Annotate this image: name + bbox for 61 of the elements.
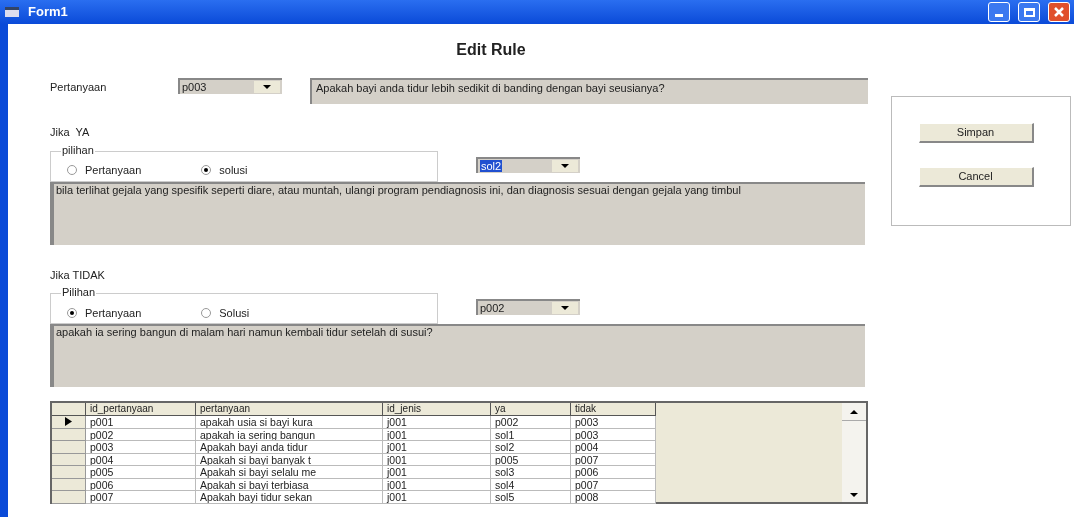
table-cell: Apakah bayi anda tidur <box>196 441 383 454</box>
table-cell: apakah usia si bayi kura <box>196 416 383 429</box>
dropdown-value: sol2 <box>480 159 503 172</box>
minimize-button[interactable] <box>988 2 1010 22</box>
radio-option[interactable]: solusi <box>201 162 248 179</box>
grid-corner-cell <box>52 403 86 416</box>
table-cell: Apakah si bayi selalu me <box>196 466 383 479</box>
close-button[interactable] <box>1048 2 1070 22</box>
radio-button[interactable] <box>67 307 77 318</box>
dropdown[interactable]: p003 <box>178 78 282 94</box>
cancel-button[interactable]: Cancel <box>918 167 1034 187</box>
column-header[interactable]: pertanyaan <box>196 403 383 416</box>
column-header[interactable]: ya <box>491 403 571 416</box>
table-cell: p006 <box>571 466 656 479</box>
table-cell: j001 <box>383 441 491 454</box>
radio-option[interactable]: Pertanyaan <box>67 162 142 179</box>
column-header[interactable]: id_pertanyaan <box>86 403 196 416</box>
table-cell: Apakah bayi tidur sekan <box>196 491 383 504</box>
data-grid[interactable] <box>50 401 868 504</box>
column-header[interactable]: id_jenis <box>383 403 491 416</box>
answer-text-box[interactable]: bila terlihat gejala yang spesifik seperti diare, atau muntah, ulangi program pendiagnosis ini, dan diagnosis sesuai dengan gejala yang timbul <box>50 181 865 245</box>
window-icon <box>4 6 20 18</box>
answer-text-box[interactable]: apakah ia sering bangun di malam hari namun kembali tidur setelah di susui? <box>50 324 865 387</box>
column-header[interactable]: tidak <box>571 403 656 416</box>
maximize-button[interactable] <box>1018 2 1040 22</box>
window-title: Form1 <box>28 3 68 22</box>
field-label: Pertanyaan <box>50 80 108 95</box>
dropdown[interactable]: sol2 <box>476 156 580 173</box>
dropdown-value: p002 <box>480 302 505 314</box>
dropdown[interactable]: p002 <box>476 299 580 315</box>
form-heading: Edit Rule <box>456 40 526 60</box>
table-cell: j001 <box>383 416 491 429</box>
radio-option[interactable]: Pertanyaan <box>67 304 142 321</box>
radio-button[interactable] <box>67 165 77 176</box>
table-cell: j001 <box>383 466 491 479</box>
table-cell: p003 <box>86 441 196 454</box>
table-cell: sol5 <box>491 491 571 504</box>
table-cell: p001 <box>86 416 196 429</box>
radio-option[interactable]: Solusi <box>201 304 250 321</box>
table-cell: p002 <box>491 416 571 429</box>
dropdown-value: p003 <box>182 81 207 93</box>
table-cell: p003 <box>571 416 656 429</box>
radio-button[interactable] <box>201 165 212 176</box>
group-caption: pilihan <box>61 143 95 156</box>
table-cell: p008 <box>571 491 656 504</box>
table-cell: p005 <box>86 466 196 479</box>
row-selector[interactable] <box>52 416 86 429</box>
table-cell: p007 <box>86 491 196 504</box>
table-cell: p004 <box>571 441 656 454</box>
table-cell: j001 <box>383 491 491 504</box>
radio-button[interactable] <box>201 307 212 318</box>
table-cell: sol2 <box>491 441 571 454</box>
table-cell: sol3 <box>491 466 571 479</box>
question-text-box[interactable]: Apakah bayi anda tidur lebih sedikit di banding dengan bayi seusianya? <box>310 78 868 104</box>
section-label: Jika YA <box>50 125 90 140</box>
close-icon <box>1053 6 1065 18</box>
group-caption: Pilihan <box>61 286 97 298</box>
save-button[interactable]: Simpan <box>918 123 1034 143</box>
scrollbar[interactable] <box>842 403 866 502</box>
section-label: Jika TIDAK <box>50 267 105 283</box>
current-row-icon <box>65 417 72 427</box>
